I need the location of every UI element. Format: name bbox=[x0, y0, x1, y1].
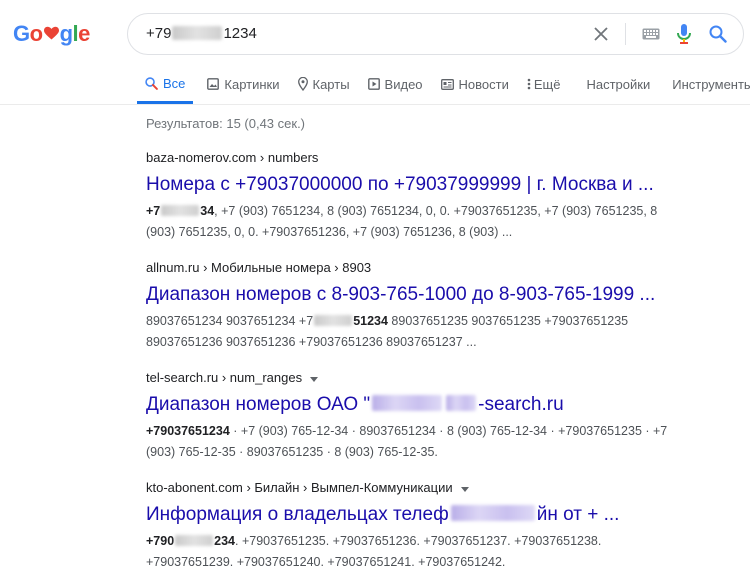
query-text: 1234 bbox=[223, 25, 257, 42]
redacted-blur bbox=[372, 394, 443, 411]
divider bbox=[625, 23, 626, 45]
heart-icon bbox=[43, 26, 59, 40]
tab-label: Видео bbox=[384, 76, 423, 92]
google-logo[interactable]: Go gle bbox=[13, 19, 90, 49]
snippet-text: 89037651235 9037651235 +79037651235 bbox=[387, 314, 629, 328]
result-title[interactable]: Диапазон номеров с 8-903-765-1000 до 8-9… bbox=[146, 282, 746, 308]
microphone-icon bbox=[677, 24, 691, 44]
map-pin-icon bbox=[297, 77, 308, 91]
redacted-blur bbox=[450, 504, 535, 521]
caret-down-icon[interactable] bbox=[460, 479, 469, 497]
title-text: -search.ru bbox=[478, 394, 564, 415]
logo-letter: e bbox=[78, 21, 90, 46]
snippet-text: (903) 765-12-35 · 89037651235 · 8 (903) … bbox=[146, 445, 438, 459]
search-tabs: Все Картинки Карты Видео Новости Ещё Нас… bbox=[137, 66, 750, 104]
result-url[interactable]: kto-abonent.com › Билайн › Вымпел-Коммун… bbox=[146, 479, 746, 497]
result-url[interactable]: baza-nomerov.com › numbers bbox=[146, 149, 746, 167]
search-result: baza-nomerov.com › numbers Номера с +790… bbox=[146, 149, 746, 243]
result-snippet: +7 34, +7 (903) 7651234, 8 (903) 7651234,… bbox=[146, 201, 746, 243]
search-result: allnum.ru › Мобильные номера › 8903 Диап… bbox=[146, 259, 746, 353]
snippet-text: , +7 (903) 7651234, 8 (903) 7651234, 0, … bbox=[214, 204, 658, 218]
search-icon bbox=[709, 25, 727, 43]
snippet-bold: 234 bbox=[214, 534, 236, 548]
tab-label: Настройки bbox=[586, 76, 651, 92]
more-vert-icon bbox=[527, 78, 531, 90]
snippet-text: (903) 7651235, 0, 0. +79037651236, +7 (9… bbox=[146, 225, 513, 239]
title-text: Диапазон номеров ОАО " bbox=[146, 394, 371, 415]
result-snippet: +790 234. +79037651235. +79037651236. +79… bbox=[146, 531, 746, 573]
video-icon bbox=[367, 78, 380, 90]
snippet-bold: +790 bbox=[146, 534, 175, 548]
result-title[interactable]: Номера с +79037000000 по +79037999999 | … bbox=[146, 172, 746, 198]
result-url[interactable]: allnum.ru › Мобильные номера › 8903 bbox=[146, 259, 746, 277]
news-icon bbox=[440, 78, 454, 90]
tab-news[interactable]: Новости bbox=[440, 66, 509, 102]
snippet-bold: +79037651234 bbox=[146, 424, 230, 438]
logo-letter: g bbox=[59, 21, 73, 46]
snippet-text: +79037651239. +79037651240. +79037651241… bbox=[146, 555, 506, 569]
result-title[interactable]: Диапазон номеров ОАО " -search.ru bbox=[146, 392, 746, 418]
result-url[interactable]: tel-search.ru › num_ranges bbox=[146, 369, 746, 387]
crumb-text: kto-abonent.com › Билайн › Вымпел-Коммун… bbox=[146, 480, 453, 495]
snippet-bold: +7 bbox=[146, 204, 161, 218]
redacted-blur bbox=[314, 315, 353, 327]
result-stats: Результатов: 15 (0,43 сек.) bbox=[146, 116, 306, 131]
query-text: +79 bbox=[146, 25, 172, 42]
snippet-bold: 34 bbox=[200, 204, 215, 218]
redacted-blur bbox=[161, 205, 200, 217]
tab-label: Карты bbox=[312, 76, 350, 92]
tab-settings[interactable]: Настройки bbox=[586, 66, 650, 102]
tab-maps[interactable]: Карты bbox=[297, 66, 350, 102]
snippet-text: . +79037651235. +79037651236. +790376512… bbox=[235, 534, 602, 548]
redacted-blur bbox=[172, 25, 223, 40]
search-result: tel-search.ru › num_ranges Диапазон номе… bbox=[146, 369, 746, 463]
logo-letter: G bbox=[13, 21, 30, 46]
search-icon bbox=[145, 77, 158, 90]
tab-label: Новости bbox=[458, 76, 509, 92]
search-button[interactable] bbox=[701, 14, 735, 54]
title-text: Информация о владельцах телеф bbox=[146, 504, 449, 525]
result-title[interactable]: Информация о владельцах телеф йн от + ... bbox=[146, 502, 746, 528]
snippet-bold: 51234 bbox=[353, 314, 388, 328]
crumb-text: tel-search.ru › num_ranges bbox=[146, 370, 303, 385]
logo-letter: o bbox=[29, 21, 43, 46]
search-result: kto-abonent.com › Билайн › Вымпел-Коммун… bbox=[146, 479, 746, 573]
image-icon bbox=[207, 78, 220, 90]
tab-label: Все bbox=[163, 76, 186, 91]
tab-all[interactable]: Все bbox=[137, 66, 194, 104]
keyboard-button[interactable] bbox=[635, 14, 667, 54]
tab-label: Ещё bbox=[533, 76, 561, 92]
title-text: йн от + ... bbox=[536, 504, 620, 525]
tab-more[interactable]: Ещё bbox=[527, 66, 561, 102]
redacted-blur bbox=[175, 535, 214, 547]
snippet-text: 89037651234 9037651234 +7 bbox=[146, 314, 314, 328]
clear-button[interactable] bbox=[586, 14, 616, 54]
tab-label: Инструменты bbox=[672, 76, 750, 92]
snippet-text: · +7 (903) 765-12-34 · 89037651234 · 8 (… bbox=[229, 424, 668, 438]
tab-tools[interactable]: Инструменты bbox=[672, 66, 750, 102]
snippet-text: 89037651236 9037651236 +79037651236 8903… bbox=[146, 335, 477, 349]
result-snippet: 89037651234 9037651234 +7 51234 890376512… bbox=[146, 311, 746, 353]
tab-video[interactable]: Видео bbox=[367, 66, 423, 102]
voice-search-button[interactable] bbox=[668, 14, 700, 54]
search-box[interactable]: +79 1234 bbox=[127, 13, 744, 55]
tab-label: Картинки bbox=[224, 76, 280, 92]
close-icon bbox=[594, 27, 608, 41]
header: Go gle +79 1234 Все Картинки Карты Видео… bbox=[0, 0, 750, 105]
caret-down-icon[interactable] bbox=[310, 369, 319, 387]
search-input[interactable]: +79 1234 bbox=[146, 14, 257, 54]
tab-images[interactable]: Картинки bbox=[207, 66, 280, 102]
result-snippet: +79037651234 · +7 (903) 765-12-34 · 8903… bbox=[146, 421, 746, 463]
redacted-blur bbox=[446, 394, 477, 411]
keyboard-icon bbox=[642, 28, 660, 40]
